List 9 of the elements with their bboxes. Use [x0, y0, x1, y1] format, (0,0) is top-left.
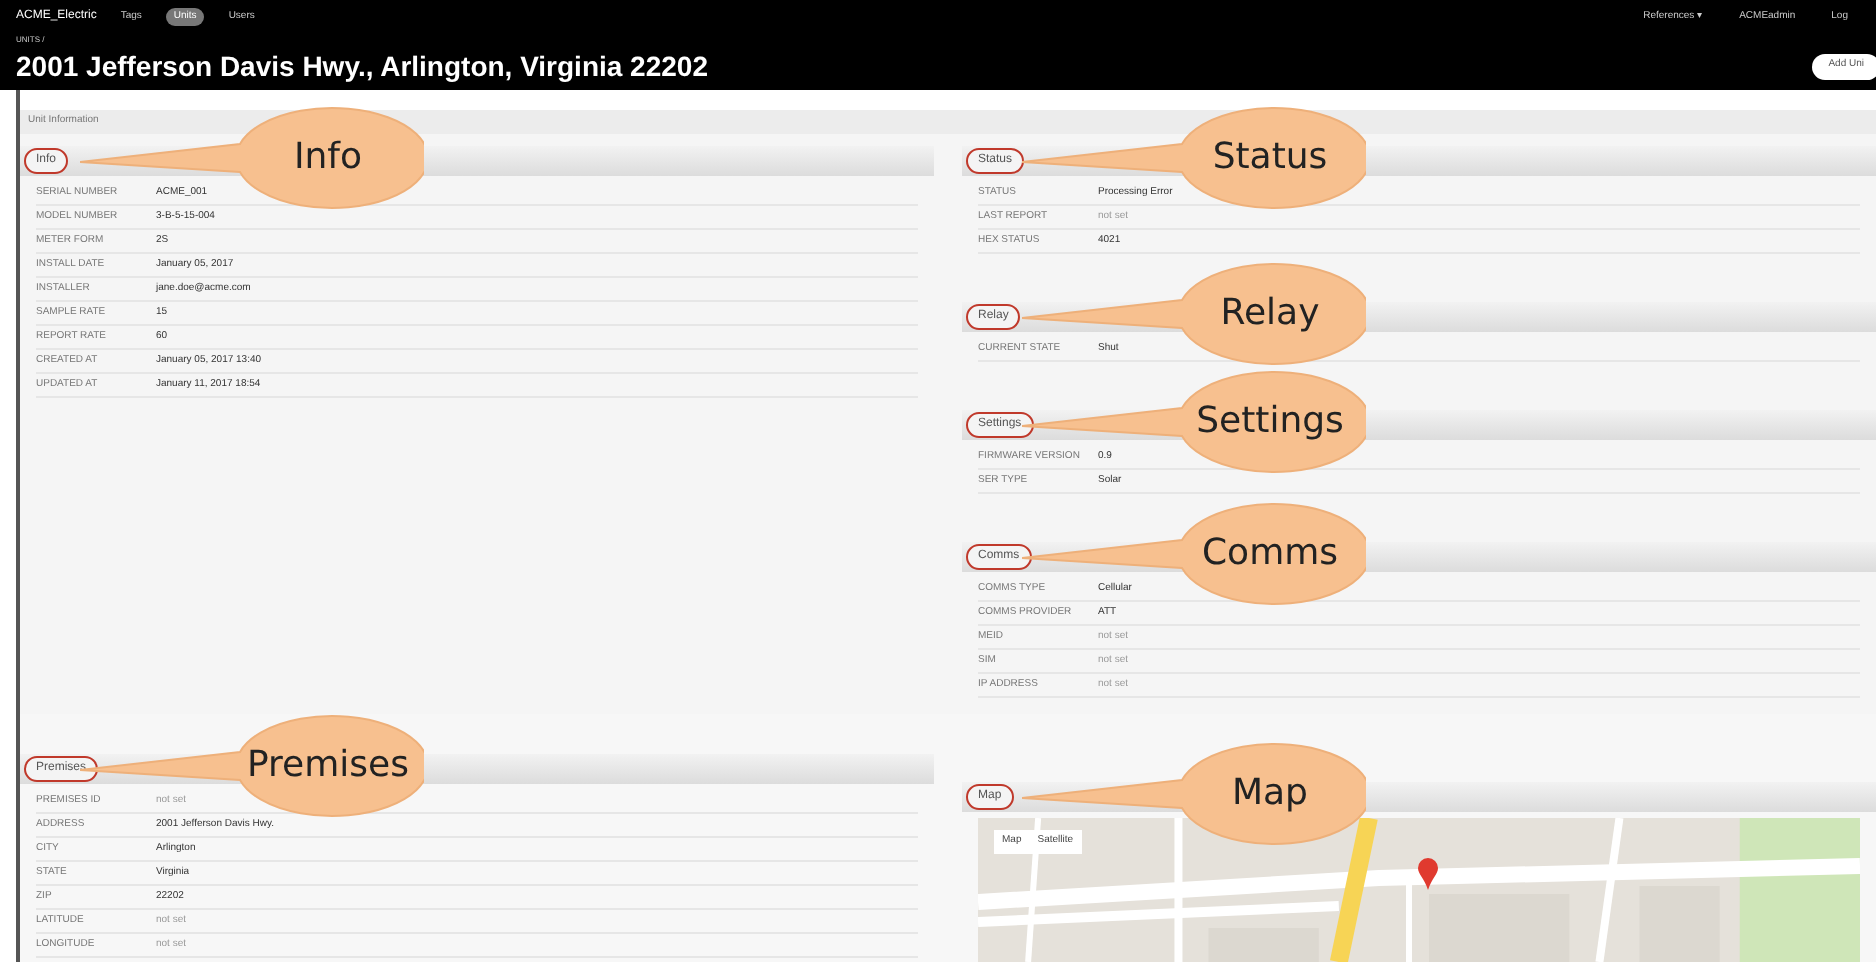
callout-text: Comms	[1199, 530, 1341, 578]
callout-text: Info	[291, 134, 365, 182]
callout-text: Status	[1210, 134, 1330, 182]
map-pin-icon	[1418, 858, 1438, 890]
callout-text: Settings	[1194, 398, 1346, 446]
page-title: 2001 Jefferson Davis Hwy., Arlington, Virginia 22202	[16, 48, 708, 86]
callout-text: Relay	[1218, 290, 1322, 338]
callout-text: Map	[1230, 770, 1310, 818]
callout-text: Premises	[245, 742, 411, 790]
